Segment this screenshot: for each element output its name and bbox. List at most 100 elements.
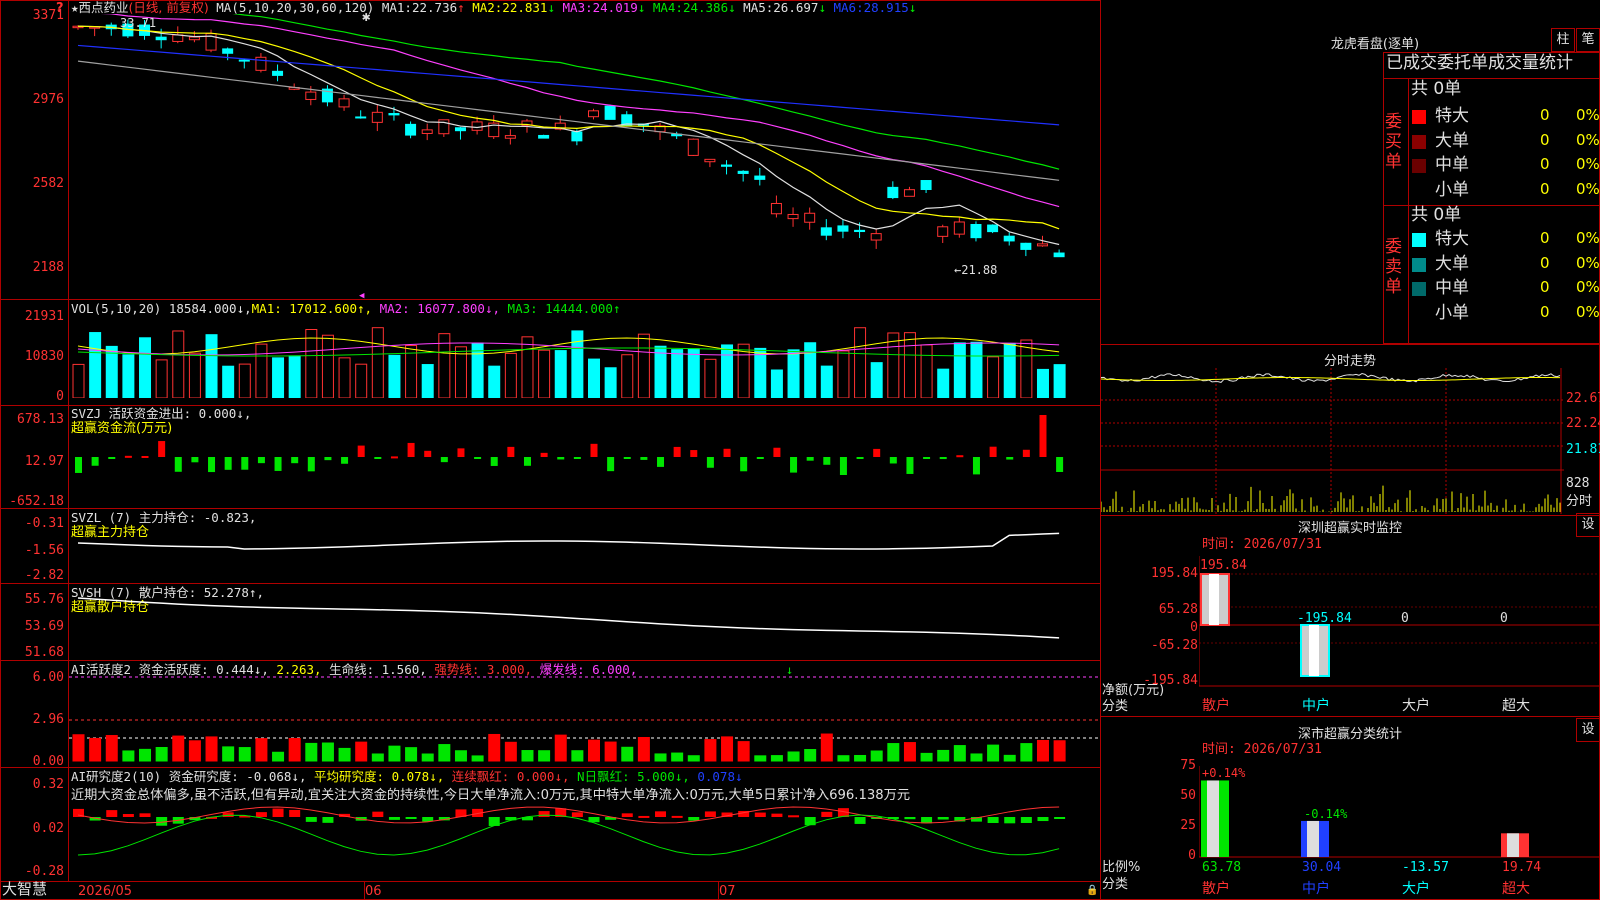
activity-bar xyxy=(671,752,684,762)
activity-bar xyxy=(820,733,833,762)
volume-chart[interactable] xyxy=(69,316,1100,398)
flow-bar xyxy=(806,457,814,461)
volume-bar xyxy=(1036,368,1049,398)
volume-bar xyxy=(421,364,434,398)
volume-bar xyxy=(621,354,634,398)
ai2-y-label: 0.02 xyxy=(32,821,64,836)
research-bar xyxy=(937,817,949,820)
research-bar xyxy=(106,810,118,817)
flow-bar xyxy=(540,452,548,457)
volume-bar xyxy=(870,362,883,398)
chart-mode[interactable]: (日线, 前复权) xyxy=(129,0,209,15)
flow-bar xyxy=(1056,457,1064,472)
sz-stats-settings-button[interactable]: 设 xyxy=(1576,718,1600,742)
research-bar xyxy=(289,809,301,817)
candle-body xyxy=(770,202,782,215)
sz-stats-chart[interactable] xyxy=(1199,766,1599,858)
longhu-title: 龙虎看盘(逐单) xyxy=(1330,37,1420,52)
candle-body xyxy=(338,98,350,108)
research-bar xyxy=(1054,817,1066,819)
ai-research-chart[interactable] xyxy=(69,805,1100,881)
activity-bar xyxy=(837,755,850,762)
sz-stats-time: 时间: 2026/07/31 xyxy=(1202,742,1322,757)
research-bar xyxy=(655,811,667,817)
ai-activity-chart[interactable] xyxy=(69,665,1100,765)
volume-bar xyxy=(222,365,235,398)
candle-body xyxy=(272,70,284,76)
research-bar xyxy=(754,812,766,817)
flow-bar xyxy=(889,457,897,464)
flow-bar xyxy=(158,441,166,457)
buy-row-percent: 0% xyxy=(1576,155,1600,173)
flow-bar xyxy=(756,457,764,459)
time-label: 07 xyxy=(719,884,736,899)
candlestick-chart[interactable] xyxy=(69,14,1100,299)
bar-mode-button[interactable]: 柱 xyxy=(1551,28,1575,52)
sz-monitor-y-label: 0 xyxy=(1190,620,1198,635)
volume-bar xyxy=(305,329,318,398)
sell-row-name: 小单 xyxy=(1435,302,1469,323)
candle-body xyxy=(704,158,716,163)
candle-body xyxy=(953,221,965,235)
time-tick xyxy=(364,882,365,900)
tick-mode-button[interactable]: 笔 xyxy=(1576,28,1600,52)
intraday-y-label: 21.81 xyxy=(1566,442,1600,457)
activity-bar xyxy=(854,754,867,762)
sz-monitor-category: 大户 xyxy=(1402,698,1430,714)
flow-bar xyxy=(457,448,465,457)
vol-title: VOL(5,10,20) xyxy=(71,301,162,316)
svzj-flow-chart[interactable] xyxy=(69,415,1100,505)
sz-monitor-value-label: 195.84 xyxy=(1200,558,1247,573)
sz-monitor-y-label: 195.84 xyxy=(1151,566,1198,581)
volume-bar xyxy=(887,332,900,398)
sell-row-swatch xyxy=(1412,233,1426,247)
svzl-y-label: -0.31 xyxy=(24,516,64,531)
sz-monitor-category: 散户 xyxy=(1202,698,1230,714)
longhu-side-divider xyxy=(1408,78,1409,344)
panel-sep-svsh xyxy=(0,660,1101,661)
sz-monitor-chart[interactable] xyxy=(1199,556,1599,688)
flow-bar xyxy=(241,457,249,470)
candle-body xyxy=(787,213,799,220)
sz-monitor-settings-button[interactable]: 设 xyxy=(1576,513,1600,537)
ai2-header: AI研究度2(10) 资金研究度: -0.068↓, 平均研究度: 0.078↓… xyxy=(71,770,743,784)
volume-bar xyxy=(770,369,783,398)
activity-bar xyxy=(488,733,501,762)
volume-bar xyxy=(172,330,185,398)
sell-row-percent: 0% xyxy=(1576,253,1600,272)
svzl-position-chart[interactable] xyxy=(69,515,1100,581)
activity-bar xyxy=(571,750,584,762)
flow-bar xyxy=(657,457,665,467)
stock-name[interactable]: 西点药业 xyxy=(79,0,129,15)
flow-bar xyxy=(307,457,315,472)
price-y-label: 2976 xyxy=(32,92,64,107)
volume-bar xyxy=(937,368,950,398)
ma-line xyxy=(77,44,1060,126)
buy-row-count: 0 xyxy=(1540,130,1550,149)
flow-bar xyxy=(141,455,149,458)
sell-row-count: 0 xyxy=(1540,278,1550,296)
high-price-note: 33.71 xyxy=(120,16,157,30)
svsh-position-chart[interactable] xyxy=(69,590,1100,658)
sell-row-name: 中单 xyxy=(1435,278,1469,298)
stats-bar-highlight xyxy=(1207,780,1219,857)
svsh-y-label: 55.76 xyxy=(24,592,64,607)
volume-bar xyxy=(953,342,966,398)
flow-bar xyxy=(573,457,581,459)
activity-bar xyxy=(654,753,667,762)
lock-icon[interactable]: 🔒 xyxy=(1086,884,1098,898)
favorite-star-icon[interactable]: ★ xyxy=(71,0,79,15)
volume-bar xyxy=(105,345,118,398)
candle-body xyxy=(238,59,250,62)
activity-bar xyxy=(72,734,85,762)
candle-body xyxy=(737,170,749,174)
candle-body xyxy=(604,105,616,120)
vol-y-label: 21931 xyxy=(24,309,64,324)
ma1-label: MA1: xyxy=(381,0,412,15)
intraday-chart[interactable] xyxy=(1101,368,1564,514)
ai2-n-days-red: N日飘红: 5.000↓, xyxy=(577,769,690,784)
candle-body xyxy=(937,226,949,237)
research-bar xyxy=(571,812,583,817)
research-bar xyxy=(538,811,550,817)
time-label: 2026/05 xyxy=(78,884,133,899)
